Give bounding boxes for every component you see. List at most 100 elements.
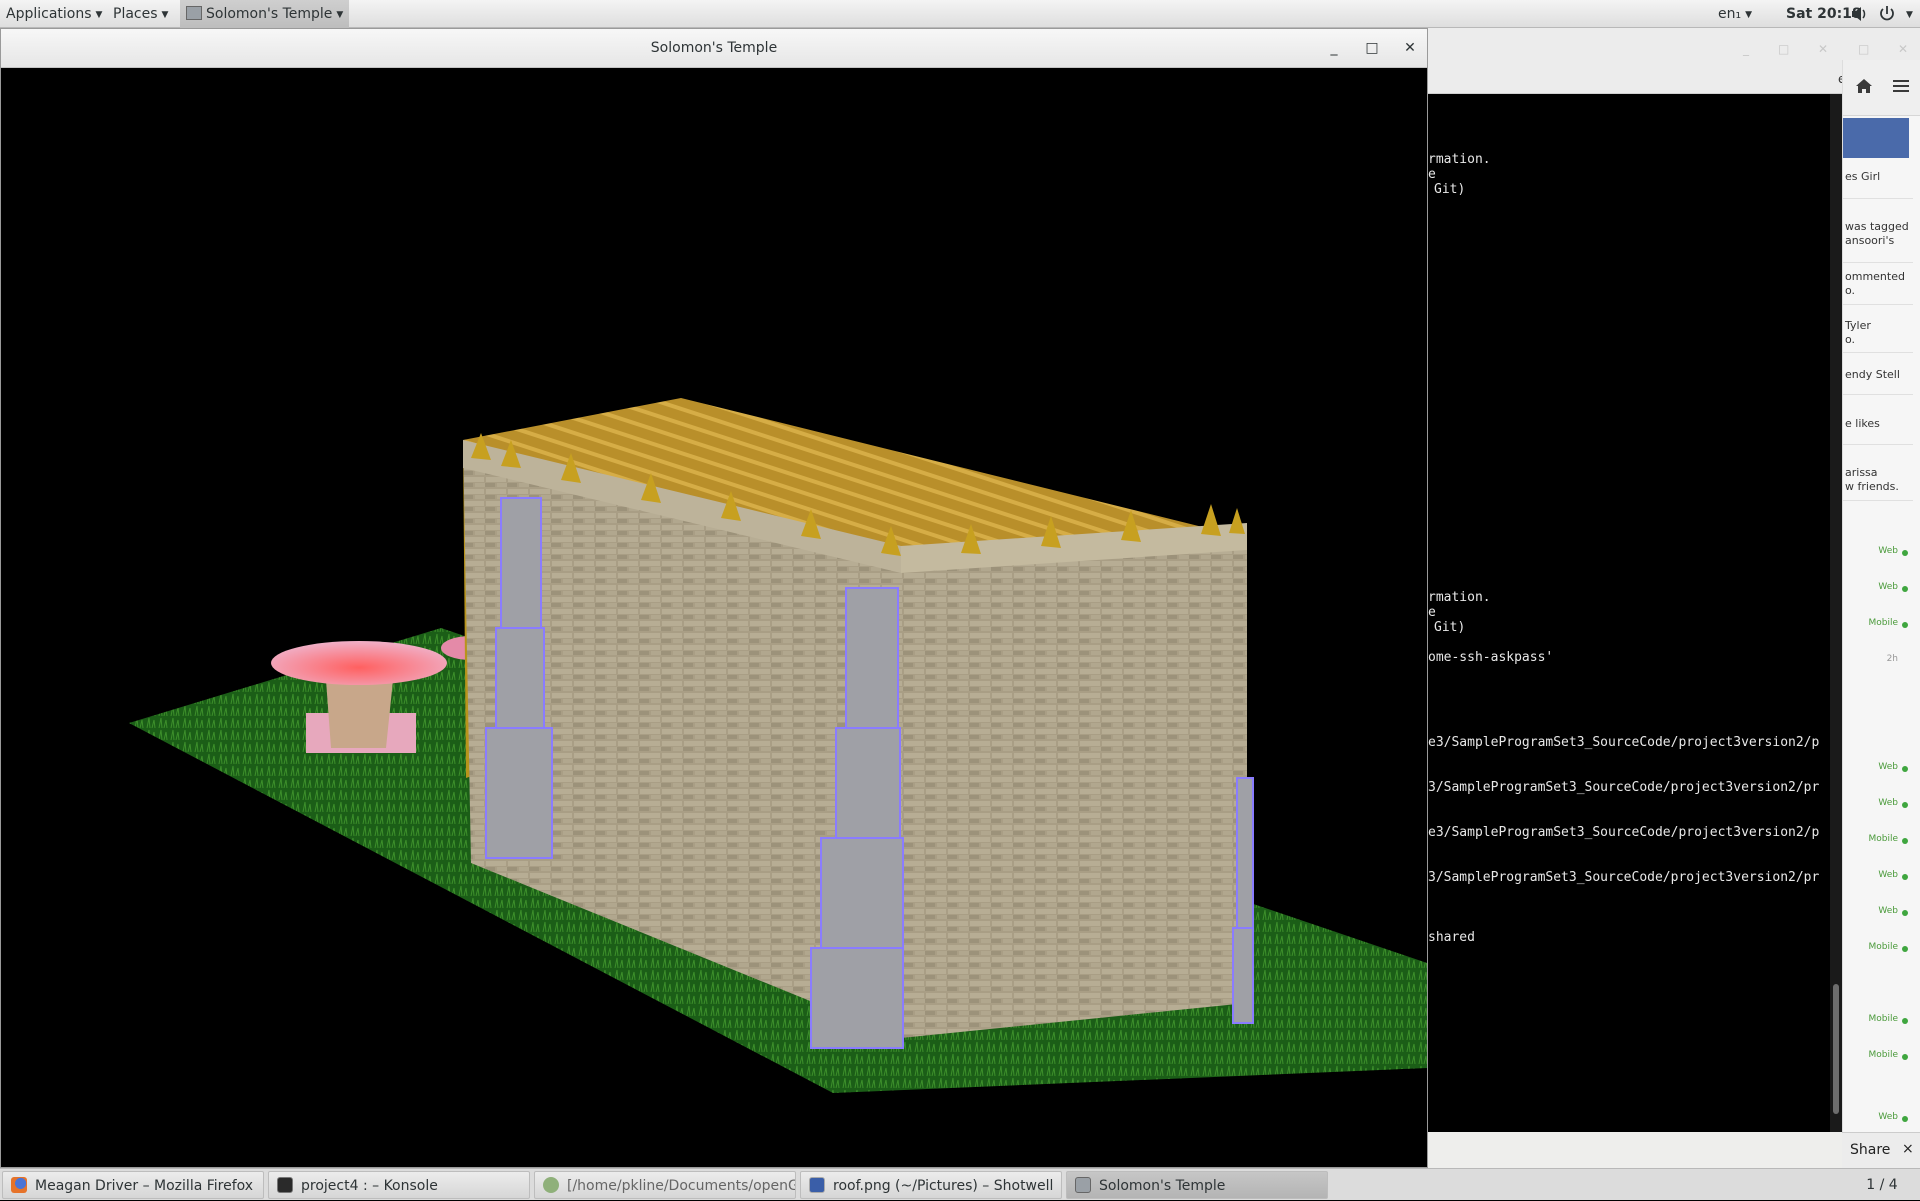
terminal-scrollbar[interactable] [1830, 94, 1842, 1132]
chat-status: Mobile [1868, 1014, 1898, 1024]
chat-status: Web [1878, 582, 1898, 592]
applications-menu[interactable]: Applications ▼ [6, 0, 102, 28]
chevron-down-icon: ▼ [1745, 10, 1753, 20]
feed-text: o. [1845, 333, 1856, 346]
feed-text: w friends. [1845, 480, 1899, 493]
divider [1843, 500, 1913, 501]
task-label: project4 : – Konsole [301, 1178, 438, 1194]
chat-status: Web [1878, 1112, 1898, 1122]
chat-status: Web [1878, 546, 1898, 556]
app-menu-label: Solomon's Temple [206, 6, 333, 22]
terminal-line: shared [1428, 930, 1475, 945]
temple-front-wall [901, 538, 1247, 1038]
window-titlebar[interactable]: Solomon's Temple _ □ ✕ [1, 29, 1427, 68]
minimize-button[interactable]: _ [1319, 29, 1349, 68]
browser-toolbar [1843, 60, 1920, 116]
task-solomons-temple[interactable]: Solomon's Temple [1066, 1171, 1328, 1199]
online-dot [1902, 622, 1908, 628]
online-dot [1902, 838, 1908, 844]
online-dot [1902, 1116, 1908, 1122]
terminal-line: e3/SampleProgramSet3_SourceCode/project3… [1428, 825, 1820, 840]
terminal-line: e3/SampleProgramSet3_SourceCode/project3… [1428, 735, 1820, 750]
chat-status: Web [1878, 870, 1898, 880]
gear-icon [543, 1177, 559, 1193]
window-icon [1075, 1177, 1091, 1193]
maximize-icon[interactable]: □ [1778, 42, 1789, 56]
maximize-button[interactable]: □ [1357, 29, 1387, 68]
chevron-down-icon: ▼ [1906, 10, 1913, 20]
divider [1843, 444, 1913, 445]
background-windows: _ □ ✕ □ ✕ e... + rmation. e Git) rmation… [1428, 28, 1920, 1168]
taskbar: Meagan Driver – Mozilla Firefox project4… [0, 1168, 1920, 1200]
task-label: roof.png (~/Pictures) – Shotwell [833, 1178, 1054, 1194]
online-dot [1902, 946, 1908, 952]
online-dot [1902, 766, 1908, 772]
feed-text: es Girl [1845, 170, 1881, 183]
power-icon[interactable] [1878, 0, 1896, 28]
close-button[interactable]: ✕ [1395, 29, 1425, 68]
feed-text: Tyler [1845, 319, 1871, 332]
chat-status: Web [1878, 798, 1898, 808]
feed-text: was tagged [1845, 220, 1909, 233]
close-icon[interactable]: ✕ [1898, 42, 1908, 56]
divider [1843, 352, 1913, 353]
chevron-down-icon: ▼ [336, 10, 344, 20]
places-label: Places [113, 6, 158, 22]
terminal-line: rmation. [1428, 590, 1491, 605]
close-icon[interactable]: × [1902, 1141, 1914, 1157]
terminal-line: Git) [1434, 620, 1466, 635]
terminal-line: e [1428, 167, 1436, 182]
image-icon [809, 1177, 825, 1193]
chevron-down-icon: ▼ [161, 10, 169, 20]
task-dolphin[interactable]: [/home/pkline/Documents/openGL... [534, 1171, 796, 1199]
chat-status: Web [1878, 906, 1898, 916]
online-dot [1902, 1054, 1908, 1060]
system-menu-chevron[interactable]: ▼ [1902, 0, 1913, 28]
task-label: [/home/pkline/Documents/openGL... [567, 1178, 796, 1194]
terminal-line: 3/SampleProgramSet3_SourceCode/project3v… [1428, 870, 1820, 885]
chat-status: Mobile [1868, 618, 1898, 628]
applications-label: Applications [6, 6, 92, 22]
facebook-header [1843, 118, 1909, 158]
feed-text: e likes [1845, 417, 1880, 430]
terminal-line: Git) [1434, 182, 1466, 197]
task-label: Meagan Driver – Mozilla Firefox [35, 1178, 254, 1194]
divider [1843, 304, 1913, 305]
volume-icon[interactable] [1850, 0, 1868, 28]
workspace-switcher[interactable]: 1 / 4 [1852, 1169, 1912, 1201]
terminal-line: ome-ssh-askpass' [1428, 650, 1554, 665]
task-firefox[interactable]: Meagan Driver – Mozilla Firefox [2, 1171, 264, 1199]
firefox-sidebar: es Girl was tagged ansoori's ommented o.… [1842, 60, 1920, 1168]
keyboard-label: en₁ [1718, 6, 1742, 22]
firefox-icon [11, 1177, 27, 1193]
terminal-icon [277, 1177, 293, 1193]
minimize-icon[interactable]: _ [1743, 42, 1749, 56]
home-icon[interactable] [1855, 78, 1873, 98]
app-menu[interactable]: Solomon's Temple ▼ [180, 0, 350, 28]
scrollbar-thumb[interactable] [1833, 984, 1839, 1114]
online-dot [1902, 550, 1908, 556]
share-button[interactable]: Share [1850, 1142, 1890, 1158]
close-icon[interactable]: ✕ [1818, 42, 1828, 56]
task-shotwell[interactable]: roof.png (~/Pictures) – Shotwell [800, 1171, 1062, 1199]
temple-scene [129, 398, 1427, 1093]
feed-text: ansoori's [1845, 234, 1895, 247]
keyboard-indicator[interactable]: en₁ ▼ [1718, 0, 1752, 28]
maximize-icon[interactable]: □ [1858, 42, 1869, 56]
window-icon [186, 6, 202, 20]
terminal-output[interactable]: rmation. e Git) rmation. e Git) ome-ssh-… [1428, 94, 1830, 1132]
task-konsole[interactable]: project4 : – Konsole [268, 1171, 530, 1199]
window-title: Solomon's Temple [650, 40, 778, 56]
online-dot [1902, 586, 1908, 592]
divider [1843, 394, 1913, 395]
terminal-line: rmation. [1428, 152, 1491, 167]
menu-icon[interactable] [1893, 78, 1911, 98]
online-dot [1902, 1018, 1908, 1024]
terminal-line: e [1428, 605, 1436, 620]
opengl-viewport[interactable] [1, 68, 1427, 1167]
share-bar: Share × [1842, 1132, 1920, 1168]
top-panel: Applications ▼ Places ▼ Solomon's Temple ▼ … [0, 0, 1920, 28]
chat-status: Mobile [1868, 942, 1898, 952]
places-menu[interactable]: Places ▼ [113, 0, 168, 28]
main-window: Solomon's Temple _ □ ✕ [0, 28, 1428, 1168]
